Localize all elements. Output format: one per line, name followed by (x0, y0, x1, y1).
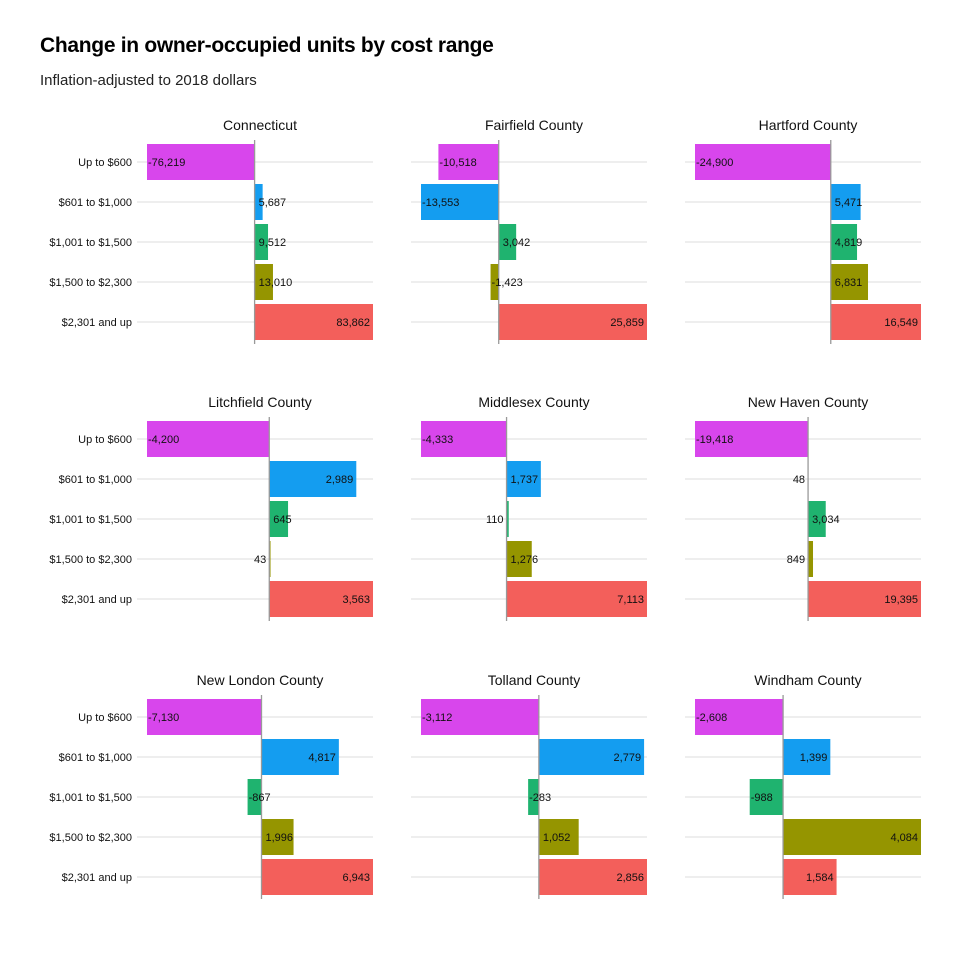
value-label: 83,862 (336, 317, 370, 329)
value-label: 5,687 (259, 197, 287, 209)
value-label: 48 (793, 474, 805, 486)
category-label: Up to $600 (78, 434, 132, 446)
category-label: $1,001 to $1,500 (49, 237, 132, 249)
value-label: 13,010 (259, 277, 293, 289)
facet-title: Hartford County (759, 117, 858, 133)
facet-title: Litchfield County (208, 394, 312, 410)
value-label: -19,418 (696, 434, 733, 446)
category-label: Up to $600 (78, 712, 132, 724)
value-label: -3,112 (422, 712, 452, 724)
value-label: -10,518 (439, 157, 476, 169)
value-label: 19,395 (884, 594, 918, 606)
value-label: 645 (273, 514, 291, 526)
value-label: 6,943 (342, 872, 370, 884)
category-label: Up to $600 (78, 157, 132, 169)
value-label: -13,553 (422, 197, 459, 209)
value-label: 7,113 (617, 594, 644, 606)
category-label: $1,001 to $1,500 (49, 792, 132, 804)
value-label: 3,563 (342, 594, 370, 606)
value-label: 849 (787, 554, 805, 566)
value-label: -76,219 (148, 157, 185, 169)
value-label: -2,608 (696, 712, 727, 724)
value-label: -4,200 (148, 434, 179, 446)
value-label: -867 (249, 792, 271, 804)
value-label: 4,819 (835, 237, 863, 249)
value-label: 1,052 (543, 832, 571, 844)
category-label: $1,001 to $1,500 (49, 514, 132, 526)
facet-title: Fairfield County (485, 117, 583, 133)
bar (808, 541, 814, 577)
facet-title: New London County (197, 672, 324, 688)
facet-title: New Haven County (748, 394, 869, 410)
value-label: 2,989 (326, 474, 354, 486)
value-label: -988 (751, 792, 773, 804)
value-label: 3,034 (812, 514, 840, 526)
category-label: $601 to $1,000 (59, 474, 132, 486)
value-label: -24,900 (696, 157, 733, 169)
value-label: 4,084 (890, 832, 918, 844)
category-label: $1,500 to $2,300 (49, 554, 132, 566)
value-label: 6,831 (835, 277, 863, 289)
value-label: -7,130 (148, 712, 179, 724)
category-label: $1,500 to $2,300 (49, 277, 132, 289)
value-label: 1,584 (806, 872, 834, 884)
category-label: $2,301 and up (62, 594, 132, 606)
value-label: 4,817 (308, 752, 336, 764)
value-label: 2,779 (614, 752, 642, 764)
value-label: 1,737 (511, 474, 539, 486)
facet-title: Middlesex County (478, 394, 589, 410)
value-label: 3,042 (503, 237, 531, 249)
category-label: $1,500 to $2,300 (49, 832, 132, 844)
category-label: $601 to $1,000 (59, 752, 132, 764)
category-label: $2,301 and up (62, 872, 132, 884)
value-label: 43 (254, 554, 266, 566)
value-label: 1,996 (266, 832, 294, 844)
value-label: 1,276 (511, 554, 539, 566)
value-label: -4,333 (422, 434, 453, 446)
facet-title: Tolland County (488, 672, 581, 688)
value-label: -1,423 (492, 277, 523, 289)
value-label: 16,549 (884, 317, 918, 329)
value-label: 9,512 (259, 237, 287, 249)
value-label: 1,399 (800, 752, 828, 764)
facet-title: Connecticut (223, 117, 297, 133)
value-label: 5,471 (835, 197, 863, 209)
value-label: 2,856 (616, 872, 644, 884)
category-label: $601 to $1,000 (59, 197, 132, 209)
faceted-bar-chart: Connecticut -76,219 5,687 9,512 13,010 83,862… (49, 117, 921, 899)
value-label: 110 (486, 514, 504, 526)
value-label: 25,859 (610, 317, 644, 329)
value-label: -283 (529, 792, 551, 804)
category-label: $2,301 and up (62, 317, 132, 329)
facet-title: Windham County (754, 672, 861, 688)
